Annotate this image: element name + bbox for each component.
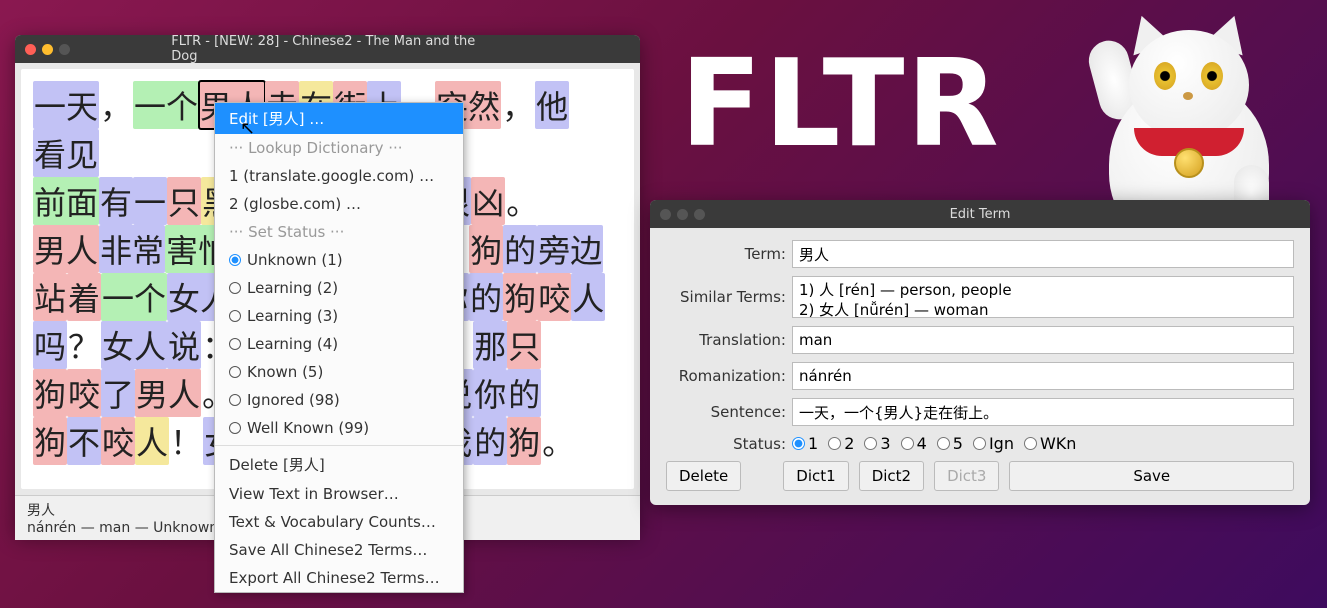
word-token[interactable]: 凶 bbox=[471, 177, 505, 225]
menu-lookup-header: ··· Lookup Dictionary ··· bbox=[215, 134, 463, 162]
window-title: FLTR - [NEW: 28] - Chinese2 - The Man an… bbox=[171, 34, 484, 64]
word-token[interactable]: 狗 bbox=[507, 417, 541, 465]
word-token[interactable]: 人 bbox=[135, 417, 169, 465]
status-option-4[interactable]: 4 bbox=[901, 434, 927, 453]
dict2-button[interactable]: Dict2 bbox=[859, 461, 924, 491]
status-option-3[interactable]: 3 bbox=[864, 434, 890, 453]
word-token[interactable]: 站 bbox=[33, 273, 67, 321]
word-token[interactable]: 人 bbox=[571, 273, 605, 321]
status-option-Ign[interactable]: Ign bbox=[973, 434, 1014, 453]
word-token[interactable]: 只 bbox=[507, 321, 541, 369]
word-token[interactable]: 男人 bbox=[33, 225, 99, 273]
menu-view-browser[interactable]: View Text in Browser… bbox=[215, 480, 463, 508]
word-token[interactable]: 的 bbox=[503, 225, 537, 273]
close-icon[interactable] bbox=[25, 44, 36, 55]
menu-edit-term[interactable]: Edit [男人] … bbox=[215, 103, 463, 134]
word-token[interactable]: 旁边 bbox=[537, 225, 603, 273]
word-token[interactable]: ！ bbox=[169, 417, 203, 465]
word-token[interactable]: 说 bbox=[167, 321, 201, 369]
word-token[interactable]: 一个 bbox=[133, 81, 199, 129]
menu-status-known[interactable]: Known (5) bbox=[215, 358, 463, 386]
word-token[interactable]: 非常 bbox=[99, 225, 165, 273]
word-token[interactable]: 的 bbox=[469, 273, 503, 321]
status-option-1[interactable]: 1 bbox=[792, 434, 818, 453]
menu-export-terms[interactable]: Export All Chinese2 Terms… bbox=[215, 564, 463, 592]
menu-delete-term[interactable]: Delete [男人] bbox=[215, 449, 463, 480]
menu-dict-2[interactable]: 2 (glosbe.com) … bbox=[215, 190, 463, 218]
status-option-5[interactable]: 5 bbox=[937, 434, 963, 453]
word-token[interactable]: 的 bbox=[507, 369, 541, 417]
edit-term-window: Edit Term Term: Similar Terms: Translati… bbox=[650, 200, 1310, 505]
menu-counts[interactable]: Text & Vocabulary Counts… bbox=[215, 508, 463, 536]
word-token[interactable]: 一天 bbox=[33, 81, 99, 129]
word-token[interactable]: 不 bbox=[67, 417, 101, 465]
word-token[interactable]: 有 bbox=[99, 177, 133, 225]
menu-status-learning-2[interactable]: Learning (2) bbox=[215, 274, 463, 302]
word-token[interactable]: 只 bbox=[167, 177, 201, 225]
app-logo: FLTR bbox=[680, 35, 1001, 174]
word-token[interactable]: 狗 bbox=[33, 369, 67, 417]
word-token[interactable]: 咬 bbox=[101, 417, 135, 465]
menu-dict-1[interactable]: 1 (translate.google.com) … bbox=[215, 162, 463, 190]
menu-status-unknown[interactable]: Unknown (1) bbox=[215, 246, 463, 274]
word-token[interactable]: 的 bbox=[473, 417, 507, 465]
word-token[interactable]: 了 bbox=[101, 369, 135, 417]
word-token[interactable]: 看见 bbox=[33, 129, 99, 177]
sentence-field[interactable] bbox=[792, 398, 1294, 426]
edit-titlebar[interactable]: Edit Term bbox=[650, 200, 1310, 228]
maximize-icon[interactable] bbox=[59, 44, 70, 55]
word-token[interactable]: ， bbox=[501, 81, 535, 129]
status-option-WKn[interactable]: WKn bbox=[1024, 434, 1076, 453]
dict3-button: Dict3 bbox=[934, 461, 999, 491]
word-token[interactable]: 咬 bbox=[67, 369, 101, 417]
word-token[interactable]: 。 bbox=[505, 177, 539, 225]
word-token[interactable]: 他 bbox=[535, 81, 569, 129]
word-token[interactable]: 狗 bbox=[503, 273, 537, 321]
word-token[interactable]: 那 bbox=[473, 321, 507, 369]
word-token[interactable]: ， bbox=[99, 81, 133, 129]
label-translation: Translation: bbox=[666, 331, 786, 349]
similar-terms-field[interactable] bbox=[792, 276, 1294, 318]
label-romanization: Romanization: bbox=[666, 367, 786, 385]
word-token[interactable]: 男人 bbox=[135, 369, 201, 417]
word-token[interactable]: 你 bbox=[473, 369, 507, 417]
close-icon[interactable] bbox=[660, 209, 671, 220]
word-token[interactable]: 着 bbox=[67, 273, 101, 321]
minimize-icon[interactable] bbox=[677, 209, 688, 220]
menu-status-ignored[interactable]: Ignored (98) bbox=[215, 386, 463, 414]
label-similar: Similar Terms: bbox=[666, 288, 786, 306]
translation-field[interactable] bbox=[792, 326, 1294, 354]
word-token[interactable]: 吗 bbox=[33, 321, 67, 369]
menu-save-terms[interactable]: Save All Chinese2 Terms… bbox=[215, 536, 463, 564]
word-token[interactable]: 咬 bbox=[537, 273, 571, 321]
menu-status-header: ··· Set Status ··· bbox=[215, 218, 463, 246]
minimize-icon[interactable] bbox=[42, 44, 53, 55]
term-field[interactable] bbox=[792, 240, 1294, 268]
save-button[interactable]: Save bbox=[1009, 461, 1294, 491]
edit-window-title: Edit Term bbox=[950, 207, 1011, 222]
word-token[interactable]: 一个 bbox=[101, 273, 167, 321]
delete-button[interactable]: Delete bbox=[666, 461, 741, 491]
label-term: Term: bbox=[666, 245, 786, 263]
term-context-menu: Edit [男人] … ··· Lookup Dictionary ··· 1 … bbox=[214, 102, 464, 593]
status-radio-group: 1 2 3 4 5 Ign WKn bbox=[792, 434, 1294, 453]
menu-status-learning-4[interactable]: Learning (4) bbox=[215, 330, 463, 358]
word-token[interactable]: 狗 bbox=[469, 225, 503, 273]
word-token[interactable]: 一 bbox=[133, 177, 167, 225]
label-sentence: Sentence: bbox=[666, 403, 786, 421]
menu-status-learning-3[interactable]: Learning (3) bbox=[215, 302, 463, 330]
word-token[interactable]: 女人 bbox=[101, 321, 167, 369]
word-token[interactable]: 。 bbox=[541, 417, 575, 465]
status-option-2[interactable]: 2 bbox=[828, 434, 854, 453]
word-token[interactable]: 前面 bbox=[33, 177, 99, 225]
main-titlebar[interactable]: FLTR - [NEW: 28] - Chinese2 - The Man an… bbox=[15, 35, 640, 63]
word-token[interactable]: ？ bbox=[67, 321, 101, 369]
word-token[interactable]: 狗 bbox=[33, 417, 67, 465]
label-status: Status: bbox=[666, 435, 786, 453]
maximize-icon[interactable] bbox=[694, 209, 705, 220]
menu-status-wellknown[interactable]: Well Known (99) bbox=[215, 414, 463, 442]
dict1-button[interactable]: Dict1 bbox=[783, 461, 848, 491]
romanization-field[interactable] bbox=[792, 362, 1294, 390]
